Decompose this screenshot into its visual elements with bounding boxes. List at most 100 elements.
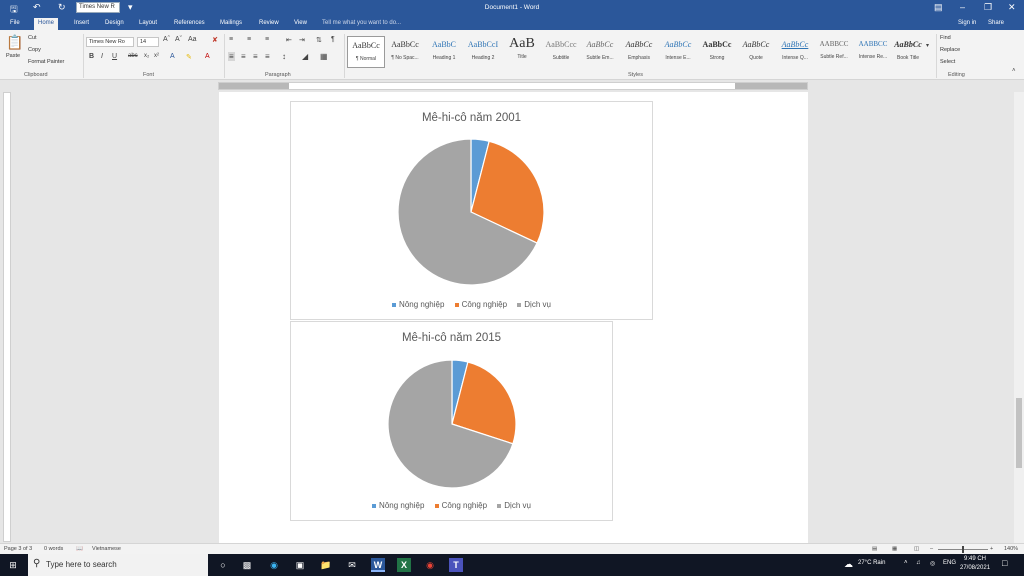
chart-2001[interactable]: Mê-hi-cô năm 2001 Nông nghiệp Công nghiệ…	[290, 101, 653, 320]
proofing-icon[interactable]: 📖	[76, 546, 83, 552]
taskbar-search[interactable]: ⚲ Type here to search	[28, 554, 208, 576]
style-quote[interactable]: AaBbCc Quote	[737, 36, 775, 68]
underline-icon[interactable]: U	[112, 53, 117, 60]
style-subtitle[interactable]: AaBbCcc Subtitle	[542, 36, 580, 68]
close-icon[interactable]: ✕	[1008, 2, 1016, 13]
document-page[interactable]: Mê-hi-cô năm 2001 Nông nghiệp Công nghiệ…	[219, 92, 808, 543]
teams-app-icon[interactable]: T	[449, 558, 463, 572]
vertical-ruler[interactable]	[3, 92, 11, 542]
align-center-icon[interactable]: ≡	[241, 52, 246, 61]
chart-2015[interactable]: Mê-hi-cô năm 2015 Nông nghiệp Công nghiệ…	[290, 321, 613, 521]
zoom-in-icon[interactable]: +	[990, 546, 993, 552]
paste-icon[interactable]: 📋	[6, 34, 23, 51]
windows-start-icon[interactable]: ⊞	[6, 558, 20, 572]
text-effects-icon[interactable]: A	[170, 53, 175, 60]
read-mode-icon[interactable]: ▤	[872, 546, 877, 552]
grow-font-icon[interactable]: Aˆ	[163, 36, 170, 43]
volume-icon[interactable]: ♫	[916, 560, 921, 566]
clear-format-icon[interactable]: ✘	[212, 36, 218, 44]
notification-icon[interactable]: □	[1002, 558, 1007, 568]
share-button[interactable]: Share	[988, 20, 1004, 26]
vertical-scrollbar[interactable]	[1014, 92, 1024, 543]
style-intense-emphasis[interactable]: AaBbCc Intense E...	[659, 36, 697, 68]
zoom-slider-thumb[interactable]	[962, 546, 964, 553]
web-layout-icon[interactable]: ◫	[914, 546, 919, 552]
tab-home[interactable]: Home	[34, 18, 59, 30]
select-button[interactable]: Select	[940, 59, 955, 65]
clock-date[interactable]: 27/08/2021	[960, 565, 990, 571]
italic-icon[interactable]: I	[101, 53, 103, 60]
style-heading-1[interactable]: AaBbC Heading 1	[425, 36, 463, 68]
style-intense-reference[interactable]: AABBCC Intense Re...	[854, 36, 892, 68]
style-title[interactable]: AaB Title	[503, 36, 541, 68]
clock-time[interactable]: 9:49 CH	[964, 556, 986, 562]
word-app-icon[interactable]: W	[371, 558, 385, 572]
copy-button[interactable]: Copy	[28, 47, 41, 53]
minimize-icon[interactable]: –	[960, 2, 965, 12]
tray-chevron-icon[interactable]: ˄	[904, 560, 908, 566]
zoom-level[interactable]: 140%	[1004, 546, 1018, 552]
restore-icon[interactable]: ❐	[984, 2, 992, 13]
borders-icon[interactable]: ▦	[320, 52, 328, 61]
chrome-icon[interactable]: ◉	[423, 558, 437, 572]
shrink-font-icon[interactable]: Aˇ	[175, 36, 182, 43]
scrollbar-thumb[interactable]	[1016, 398, 1022, 468]
tab-view[interactable]: View	[290, 18, 311, 30]
numbering-icon[interactable]: ≡	[247, 36, 251, 43]
highlight-icon[interactable]: ✎	[186, 53, 192, 61]
justify-icon[interactable]: ≡	[265, 52, 270, 61]
styles-more-icon[interactable]: ▾	[926, 42, 929, 49]
font-name-combo[interactable]: Times New Ro	[86, 37, 134, 47]
change-case-icon[interactable]: Aa	[188, 36, 197, 43]
style-subtle-emphasis[interactable]: AaBbCc Subtle Em...	[581, 36, 619, 68]
zoom-out-icon[interactable]: –	[930, 546, 933, 552]
find-button[interactable]: Find	[940, 35, 951, 41]
font-size-combo[interactable]: 14	[137, 37, 159, 47]
format-painter-button[interactable]: Format Painter	[28, 59, 64, 65]
horizontal-ruler[interactable]	[218, 82, 808, 90]
bold-icon[interactable]: B	[89, 53, 94, 60]
sign-in-link[interactable]: Sign in	[958, 20, 976, 26]
tab-review[interactable]: Review	[255, 18, 283, 30]
cortana-icon[interactable]: ○	[216, 558, 230, 572]
print-layout-icon[interactable]: ▦	[892, 546, 897, 552]
paste-button[interactable]: Paste	[6, 53, 20, 59]
style-book-title[interactable]: AaBbCc Book Title	[893, 36, 923, 68]
tab-design[interactable]: Design	[101, 18, 128, 30]
replace-button[interactable]: Replace	[940, 47, 960, 53]
weather-text[interactable]: 27°C Rain	[858, 560, 885, 566]
style-no-spacing[interactable]: AaBbCc ¶ No Spac...	[386, 36, 424, 68]
bullets-icon[interactable]: ≡	[229, 36, 233, 43]
style-subtle-reference[interactable]: AABBCC Subtle Ref...	[815, 36, 853, 68]
ribbon-options-icon[interactable]: ▤	[934, 2, 943, 13]
input-language[interactable]: ENG	[943, 560, 956, 566]
file-explorer-icon[interactable]: 📁	[319, 558, 333, 572]
excel-app-icon[interactable]: X	[397, 558, 411, 572]
tell-me-box[interactable]: Tell me what you want to do...	[322, 20, 401, 26]
tab-insert[interactable]: Insert	[70, 18, 93, 30]
font-color-icon[interactable]: A	[205, 53, 210, 60]
strikethrough-icon[interactable]: abc	[128, 53, 138, 59]
mail-icon[interactable]: ✉	[345, 558, 359, 572]
show-marks-icon[interactable]: ¶	[331, 36, 335, 43]
superscript-icon[interactable]: x²	[154, 53, 159, 59]
increase-indent-icon[interactable]: ⇥	[299, 36, 305, 44]
tab-file[interactable]: File	[6, 18, 24, 30]
cut-button[interactable]: Cut	[28, 35, 37, 41]
style-emphasis[interactable]: AaBbCc Emphasis	[620, 36, 658, 68]
word-count[interactable]: 0 words	[44, 546, 63, 552]
store-icon[interactable]: ▣	[293, 558, 307, 572]
network-icon[interactable]: ◎	[930, 560, 935, 567]
language-indicator[interactable]: Vietnamese	[92, 546, 121, 552]
style-normal[interactable]: AaBbCc ¶ Normal	[347, 36, 385, 68]
style-strong[interactable]: AaBbCc Strong	[698, 36, 736, 68]
collapse-ribbon-icon[interactable]: ˄	[1012, 68, 1016, 74]
page-count[interactable]: Page 3 of 3	[4, 546, 32, 552]
tab-mailings[interactable]: Mailings	[216, 18, 246, 30]
multilevel-list-icon[interactable]: ≡	[265, 36, 269, 43]
align-left-icon[interactable]: ≡	[228, 52, 235, 61]
style-heading-2[interactable]: AaBbCcI Heading 2	[464, 36, 502, 68]
decrease-indent-icon[interactable]: ⇤	[286, 36, 292, 44]
edge-icon[interactable]: ◉	[267, 558, 281, 572]
align-right-icon[interactable]: ≡	[253, 52, 258, 61]
